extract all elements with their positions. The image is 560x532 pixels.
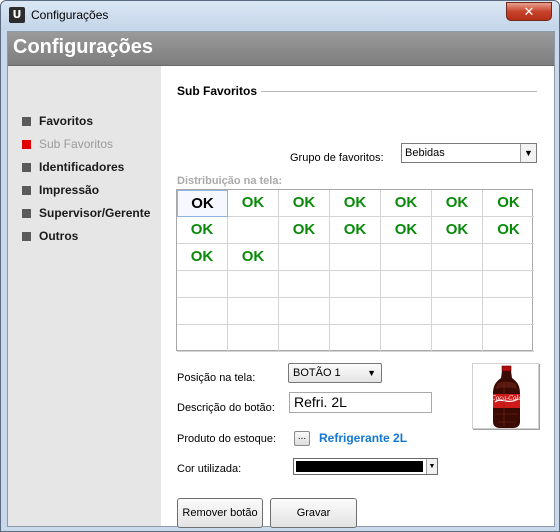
sidebar-item-supervisor-gerente[interactable]: Supervisor/Gerente: [22, 204, 150, 222]
grid-cell[interactable]: [279, 298, 330, 325]
grid-cell[interactable]: [177, 298, 228, 325]
sidebar-item-label: Impressão: [39, 183, 100, 197]
browse-product-button[interactable]: ...: [294, 431, 310, 446]
product-image-button[interactable]: Coca-Cola: [472, 363, 539, 429]
sidebar-item-label: Favoritos: [39, 114, 94, 128]
grid-cell[interactable]: [330, 244, 381, 271]
grid-cell[interactable]: OK: [279, 217, 330, 244]
settings-panel: Sub Favoritos Grupo de favoritos: Bebida…: [161, 66, 554, 528]
group-select-value: Bebidas: [405, 147, 445, 159]
sidebar-item-sub-favoritos[interactable]: Sub Favoritos: [22, 135, 113, 153]
grid-cell[interactable]: [177, 271, 228, 298]
sidebar: Favoritos Sub Favoritos Identificadores …: [8, 66, 159, 526]
square-bullet-icon: [22, 185, 31, 195]
save-button[interactable]: Gravar: [270, 498, 357, 528]
distribution-label: Distribuição na tela:: [177, 175, 283, 187]
grid-cell[interactable]: OK: [483, 217, 534, 244]
position-label: Posição na tela:: [177, 372, 256, 384]
grid-cell[interactable]: [432, 298, 483, 325]
grid-cell[interactable]: OK: [177, 244, 228, 271]
group-label: Grupo de favoritos:: [290, 152, 384, 164]
grid-cell[interactable]: OK: [279, 190, 330, 217]
position-select-value: BOTÃO 1: [293, 367, 341, 379]
svg-text:Coca-Cola: Coca-Cola: [491, 395, 522, 402]
sidebar-item-favoritos[interactable]: Favoritos: [22, 112, 93, 130]
sidebar-item-label: Outros: [39, 229, 79, 243]
grid-cell[interactable]: OK: [432, 217, 483, 244]
grid-cell[interactable]: [279, 244, 330, 271]
grid-cell[interactable]: [381, 271, 432, 298]
square-bullet-icon: [22, 231, 31, 241]
grid-cell[interactable]: [228, 271, 279, 298]
chevron-down-icon: ▼: [426, 459, 437, 474]
square-bullet-icon: [22, 208, 31, 218]
client-area: Configurações Favoritos Sub Favoritos Id…: [7, 31, 555, 528]
grid-cell[interactable]: OK: [381, 190, 432, 217]
grid-cell[interactable]: [381, 325, 432, 352]
color-swatch: [296, 461, 423, 472]
stock-product-link[interactable]: Refrigerante 2L: [319, 431, 407, 445]
grid-cell[interactable]: [228, 325, 279, 352]
grid-cell[interactable]: [483, 298, 534, 325]
button-layout-grid: OK OK OK OK OK OK OK OK OK OK OK OK OK OK OK: [176, 189, 534, 352]
grid-cell[interactable]: [228, 298, 279, 325]
stock-label: Produto do estoque:: [177, 433, 277, 445]
grid-cell[interactable]: [279, 325, 330, 352]
sidebar-item-impressao[interactable]: Impressão: [22, 181, 99, 199]
square-bullet-icon: [22, 162, 31, 172]
chevron-down-icon: ▼: [367, 368, 376, 378]
grid-cell[interactable]: [279, 271, 330, 298]
grid-cell[interactable]: OK: [177, 190, 228, 217]
group-select[interactable]: Bebidas ▼: [401, 143, 537, 163]
sidebar-item-identificadores[interactable]: Identificadores: [22, 158, 124, 176]
grid-cell[interactable]: [330, 271, 381, 298]
grid-cell[interactable]: OK: [330, 217, 381, 244]
sidebar-item-label: Sub Favoritos: [39, 137, 114, 151]
grid-cell[interactable]: [483, 271, 534, 298]
window-title: Configurações: [31, 8, 109, 22]
description-input[interactable]: Refri. 2L: [289, 392, 432, 413]
sidebar-item-outros[interactable]: Outros: [22, 227, 78, 245]
square-bullet-icon: [22, 116, 31, 126]
grid-cell[interactable]: [330, 298, 381, 325]
app-logo-icon: U: [9, 7, 25, 23]
header-band: Configurações: [8, 32, 554, 66]
square-bullet-icon: [22, 139, 31, 149]
window: U Configurações ✕ Configurações Favorito…: [0, 0, 560, 532]
page-title: Configurações: [13, 36, 154, 58]
grid-cell[interactable]: [381, 244, 432, 271]
color-select[interactable]: ▼: [293, 458, 438, 475]
close-button[interactable]: ✕: [506, 2, 552, 21]
grid-cell[interactable]: OK: [177, 217, 228, 244]
grid-cell[interactable]: [432, 244, 483, 271]
chevron-down-icon: ▼: [520, 144, 536, 162]
description-label: Descrição do botão:: [177, 402, 275, 414]
cola-bottle-icon: Coca-Cola: [491, 365, 522, 428]
grid-cell[interactable]: [432, 325, 483, 352]
grid-cell[interactable]: OK: [228, 244, 279, 271]
position-select[interactable]: BOTÃO 1 ▼: [288, 363, 382, 383]
section-title: Sub Favoritos: [177, 84, 258, 98]
sidebar-item-label: Supervisor/Gerente: [39, 206, 151, 220]
grid-cell[interactable]: [177, 325, 228, 352]
grid-cell[interactable]: [381, 298, 432, 325]
grid-cell[interactable]: [432, 271, 483, 298]
grid-cell[interactable]: [228, 217, 279, 244]
color-label: Cor utilizada:: [177, 463, 242, 475]
sidebar-item-label: Identificadores: [39, 160, 125, 174]
grid-cell[interactable]: OK: [381, 217, 432, 244]
grid-cell[interactable]: OK: [228, 190, 279, 217]
grid-cell[interactable]: [483, 244, 534, 271]
title-bar: U Configurações ✕: [1, 1, 559, 30]
grid-cell[interactable]: [330, 325, 381, 352]
grid-cell[interactable]: [483, 325, 534, 352]
section-divider: [261, 91, 537, 92]
grid-cell[interactable]: OK: [483, 190, 534, 217]
remove-button[interactable]: Remover botão: [177, 498, 263, 528]
grid-cell[interactable]: OK: [330, 190, 381, 217]
grid-cell[interactable]: OK: [432, 190, 483, 217]
